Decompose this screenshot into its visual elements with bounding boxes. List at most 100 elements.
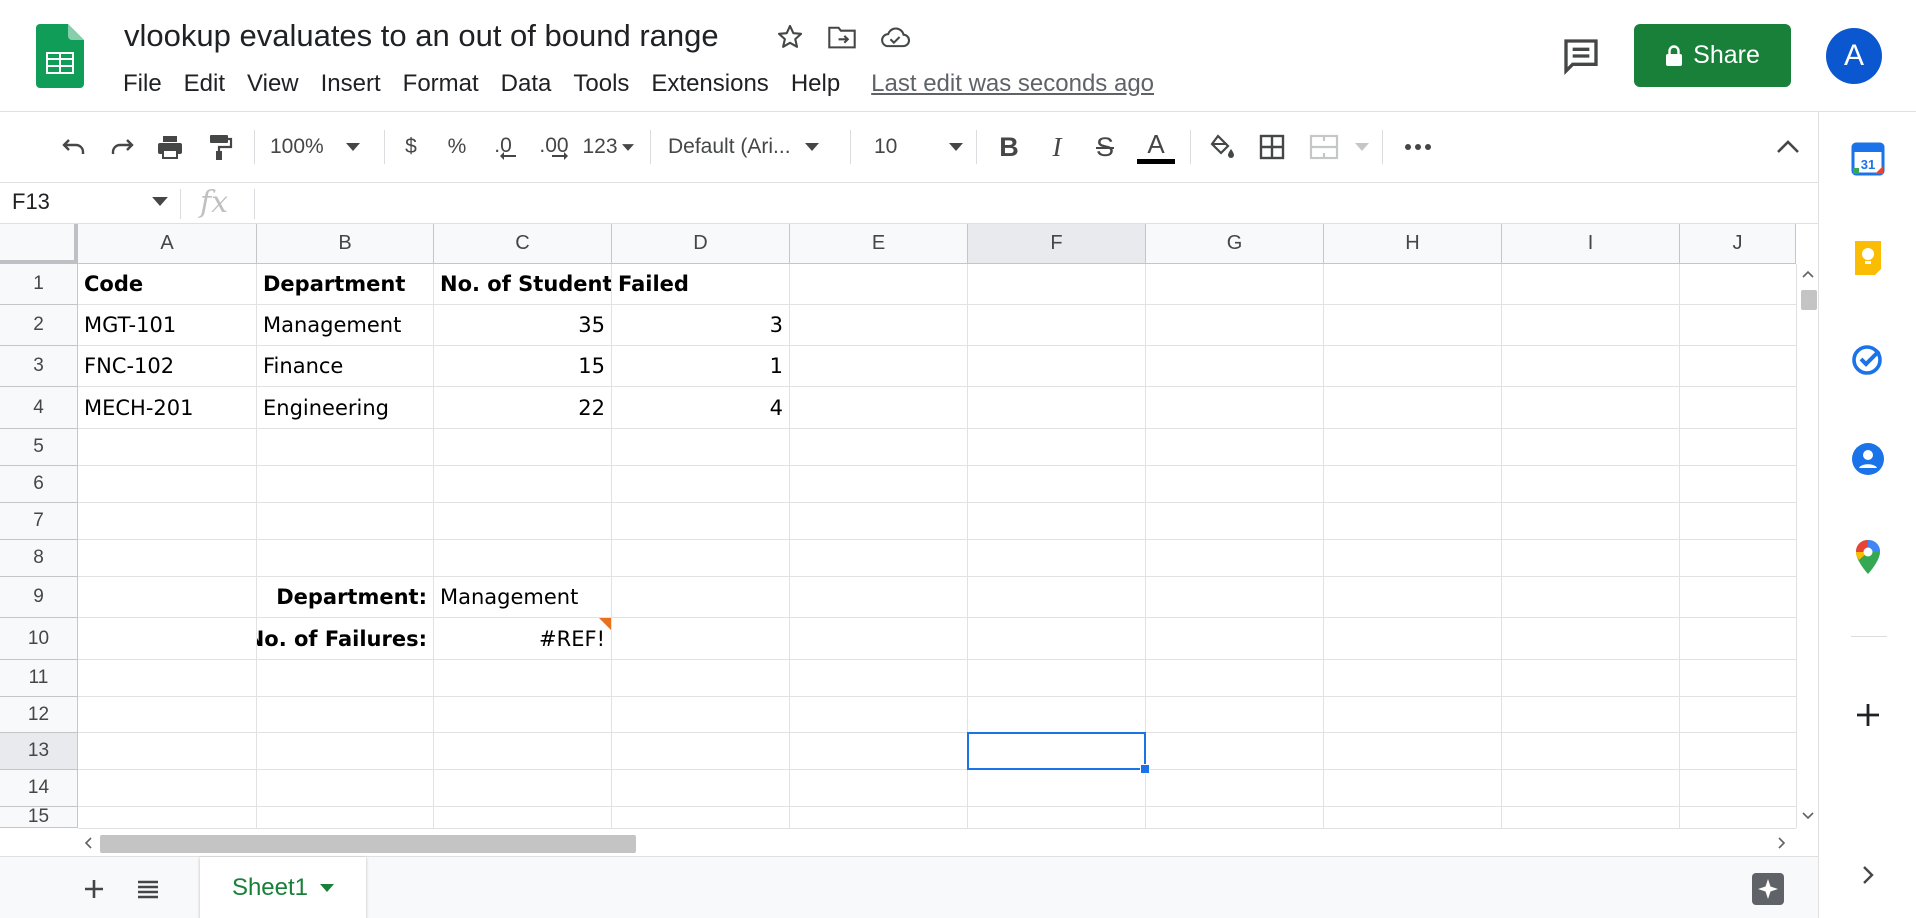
share-button[interactable]: Share <box>1634 24 1791 87</box>
cell-a4[interactable]: MECH-201 <box>78 387 256 428</box>
get-add-ons-icon[interactable] <box>1849 696 1887 734</box>
cell-a1[interactable]: Code <box>78 264 256 304</box>
contacts-icon[interactable] <box>1849 440 1887 478</box>
scroll-left-icon[interactable] <box>84 837 92 849</box>
cell-b4[interactable]: Engineering <box>257 387 433 428</box>
cell-d3[interactable]: 1 <box>612 346 789 386</box>
fill-handle[interactable] <box>1140 764 1150 774</box>
maps-icon[interactable] <box>1849 538 1887 576</box>
calendar-icon[interactable]: 31 <box>1849 140 1887 178</box>
column-header-e[interactable]: E <box>790 224 968 264</box>
column-header-g[interactable]: G <box>1146 224 1324 264</box>
cell-b9[interactable]: Department: <box>257 577 433 617</box>
cell-a3[interactable]: FNC-102 <box>78 346 256 386</box>
cell-a2[interactable]: MGT-101 <box>78 305 256 345</box>
cell-c9[interactable]: Management <box>434 577 611 617</box>
scroll-down-icon[interactable] <box>1802 812 1814 820</box>
column-header-b[interactable]: B <box>257 224 434 264</box>
cell-d2[interactable]: 3 <box>612 305 789 345</box>
column-header-h[interactable]: H <box>1324 224 1502 264</box>
sheet-tab-sheet1[interactable]: Sheet1 <box>200 857 366 918</box>
more-formats-button[interactable]: 123 <box>580 126 636 168</box>
error-marker-icon[interactable] <box>599 618 611 630</box>
decrease-decimal-button[interactable]: .0 <box>486 126 520 168</box>
row-header-2[interactable]: 2 <box>0 305 78 346</box>
zoom-select[interactable]: 100% <box>270 126 380 168</box>
text-color-button[interactable]: A <box>1134 126 1178 168</box>
bold-button[interactable]: B <box>990 126 1028 168</box>
print-icon[interactable] <box>150 126 190 168</box>
fill-color-icon[interactable] <box>1202 126 1242 168</box>
cell-b1[interactable]: Department <box>257 264 433 304</box>
row-header-11[interactable]: 11 <box>0 660 78 697</box>
row-header-1[interactable]: 1 <box>0 264 78 305</box>
font-size-select[interactable]: 10 <box>874 126 966 168</box>
name-box-dropdown-icon[interactable] <box>152 197 168 206</box>
column-header-i[interactable]: I <box>1502 224 1680 264</box>
menu-view[interactable]: View <box>236 70 310 98</box>
cell-c1[interactable]: No. of Students <box>434 264 611 304</box>
cell-d1[interactable]: Failed <box>612 264 789 304</box>
column-header-a[interactable]: A <box>78 224 257 264</box>
increase-decimal-button[interactable]: .00 <box>534 126 574 168</box>
cell-c2[interactable]: 35 <box>434 305 611 345</box>
row-header-12[interactable]: 12 <box>0 697 78 733</box>
strikethrough-button[interactable]: S <box>1086 126 1124 168</box>
row-header-14[interactable]: 14 <box>0 770 78 807</box>
cell-b2[interactable]: Management <box>257 305 433 345</box>
add-sheet-icon[interactable] <box>78 873 110 905</box>
column-header-c[interactable]: C <box>434 224 612 264</box>
borders-icon[interactable] <box>1252 126 1292 168</box>
percent-format-button[interactable]: % <box>442 126 472 168</box>
keep-icon[interactable] <box>1849 238 1887 276</box>
row-header-3[interactable]: 3 <box>0 346 78 387</box>
italic-button[interactable]: I <box>1038 126 1076 168</box>
collapse-menus-icon[interactable] <box>1768 126 1808 168</box>
formula-input[interactable] <box>266 189 1806 219</box>
account-avatar[interactable]: A <box>1826 28 1882 84</box>
row-header-15[interactable]: 15 <box>0 806 78 828</box>
vertical-scroll-thumb[interactable] <box>1801 290 1817 310</box>
currency-format-button[interactable]: $ <box>396 126 426 168</box>
menu-tools[interactable]: Tools <box>562 70 640 98</box>
star-icon[interactable] <box>773 20 807 54</box>
scroll-right-icon[interactable] <box>1778 837 1786 849</box>
sheets-logo-icon[interactable] <box>36 24 84 88</box>
select-all-corner[interactable] <box>0 224 78 264</box>
menu-format[interactable]: Format <box>392 70 490 98</box>
menu-edit[interactable]: Edit <box>173 70 236 98</box>
cell-c4[interactable]: 22 <box>434 387 611 428</box>
spreadsheet-grid[interactable]: A B C D E F G H I J 1 2 3 4 5 6 7 8 9 10 11 12 13 14 15 Code Depar… <box>0 224 1796 828</box>
row-header-9[interactable]: 9 <box>0 577 78 618</box>
menu-help[interactable]: Help <box>780 70 851 98</box>
show-side-panel-icon[interactable] <box>1849 856 1887 894</box>
cell-c10[interactable]: #REF! <box>434 618 611 659</box>
vertical-scrollbar[interactable] <box>1796 264 1818 828</box>
redo-icon[interactable] <box>102 126 142 168</box>
scroll-up-icon[interactable] <box>1802 270 1814 278</box>
menu-insert[interactable]: Insert <box>310 70 392 98</box>
all-sheets-icon[interactable] <box>132 873 164 905</box>
menu-file[interactable]: File <box>112 70 173 98</box>
horizontal-scroll-thumb[interactable] <box>100 835 636 853</box>
horizontal-scrollbar[interactable] <box>78 828 1796 856</box>
column-header-d[interactable]: D <box>612 224 790 264</box>
move-folder-icon[interactable] <box>825 20 859 54</box>
column-header-f[interactable]: F <box>968 224 1146 264</box>
undo-icon[interactable] <box>54 126 94 168</box>
cell-c3[interactable]: 15 <box>434 346 611 386</box>
tasks-icon[interactable] <box>1849 340 1887 378</box>
row-header-13[interactable]: 13 <box>0 733 78 770</box>
menu-extensions[interactable]: Extensions <box>640 70 779 98</box>
comments-icon[interactable] <box>1560 36 1602 76</box>
name-box[interactable]: F13 <box>12 189 50 215</box>
row-header-7[interactable]: 7 <box>0 503 78 540</box>
paint-format-icon[interactable] <box>200 126 240 168</box>
sheet-tab-dropdown-icon[interactable] <box>320 884 335 892</box>
row-header-5[interactable]: 5 <box>0 429 78 466</box>
menu-data[interactable]: Data <box>490 70 563 98</box>
cell-b10[interactable]: No. of Failures: <box>257 618 433 659</box>
row-header-6[interactable]: 6 <box>0 466 78 503</box>
row-header-10[interactable]: 10 <box>0 618 78 660</box>
cell-b3[interactable]: Finance <box>257 346 433 386</box>
